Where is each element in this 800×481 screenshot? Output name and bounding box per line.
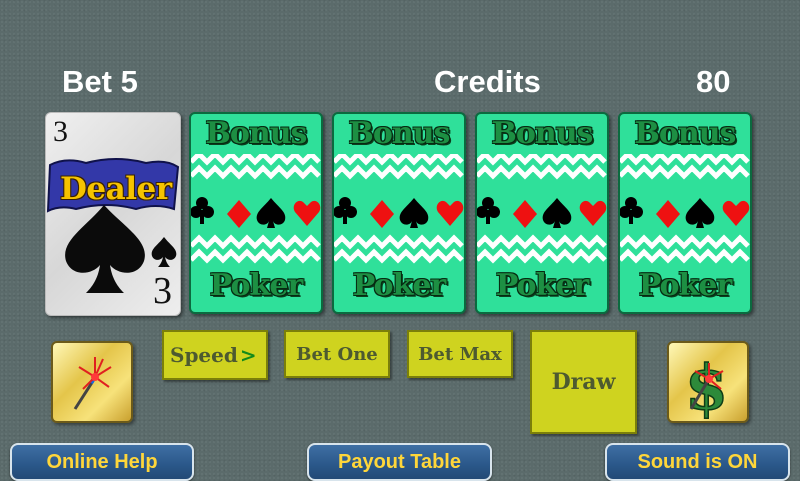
card-back-top-word: Bonus [491, 116, 594, 151]
cash-out-button[interactable]: $ [667, 341, 749, 425]
card-back-1[interactable]: Bonus Poker [189, 112, 323, 314]
card-back-top-word: Bonus [634, 116, 737, 151]
card-back-bottom-word: Poker [495, 268, 589, 303]
speed-arrow-icon: > [239, 343, 257, 367]
card-suits-icon [191, 154, 321, 264]
speed-button[interactable]: Speed > [162, 330, 268, 380]
card-back-bottom-word: Poker [209, 268, 303, 303]
speed-button-label: Speed [170, 343, 238, 367]
card-back-top-word: Bonus [205, 116, 308, 151]
payout-table-button[interactable]: Payout Table [307, 443, 492, 481]
card-back-top-word: Bonus [348, 116, 451, 151]
online-help-button[interactable]: Online Help [10, 443, 194, 481]
dollar-money-icon: $ [684, 350, 729, 425]
card-back-bottom-word: Poker [352, 268, 446, 303]
card-back-3[interactable]: Bonus Poker [475, 112, 609, 314]
dealer-card[interactable]: 3 Dealer 3 [45, 112, 181, 316]
card-suits-icon [477, 154, 607, 264]
dealer-card-rank-bottom: 3 [153, 270, 172, 312]
draw-button[interactable]: Draw [530, 330, 637, 434]
magic-wand-icon [73, 357, 112, 410]
card-back-2[interactable]: Bonus Poker [332, 112, 466, 314]
bet-amount: Bet 5 [62, 64, 138, 99]
credits-label: Credits [434, 64, 541, 99]
dealer-card-rank-top: 3 [53, 115, 68, 148]
svg-text:$: $ [685, 351, 728, 421]
dealer-label: Dealer [60, 171, 172, 207]
card-back-bottom-word: Poker [638, 268, 732, 303]
card-suits-icon [334, 154, 464, 264]
bet-max-button[interactable]: Bet Max [407, 330, 513, 378]
credits-value: 80 [696, 64, 731, 99]
bet-one-button[interactable]: Bet One [284, 330, 390, 378]
sound-toggle-button[interactable]: Sound is ON [605, 443, 790, 481]
magic-wand-button[interactable] [51, 341, 133, 423]
card-back-4[interactable]: Bonus Poker [618, 112, 752, 314]
card-suits-icon [620, 154, 750, 264]
